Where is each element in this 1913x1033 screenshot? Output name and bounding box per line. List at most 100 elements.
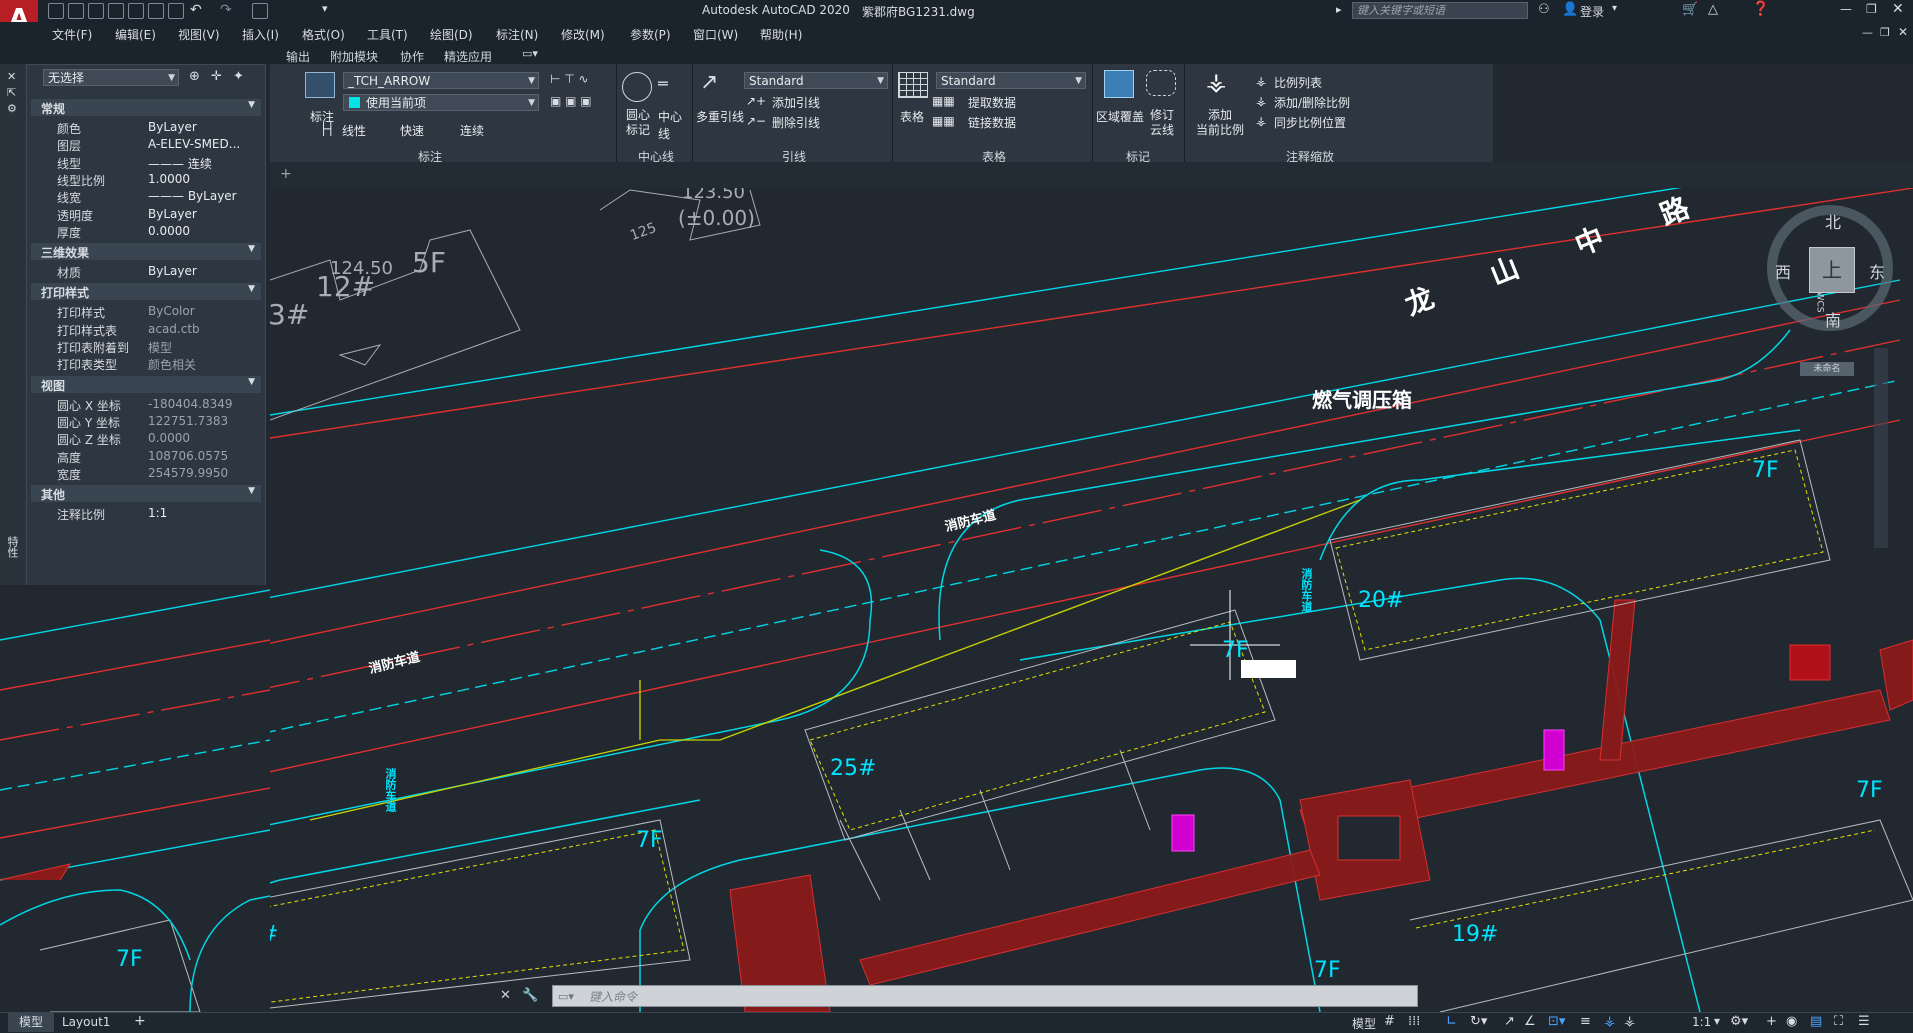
viewcube-north[interactable]: 北: [1825, 209, 1841, 233]
web-mobile-icon[interactable]: [128, 3, 144, 19]
navigation-bar[interactable]: [1874, 348, 1888, 548]
palette-settings-icon[interactable]: ⚙: [7, 102, 17, 115]
viewcube-south[interactable]: 南: [1825, 307, 1841, 331]
command-input[interactable]: 键入命令: [589, 990, 637, 1004]
menu-help[interactable]: 帮助(H): [760, 26, 802, 43]
doc-minimize-button[interactable]: —: [1862, 26, 1873, 39]
isodraft-icon[interactable]: ↗: [1504, 1014, 1515, 1029]
section-header[interactable]: 打印样式 ▼: [31, 283, 261, 301]
chevron-down-icon[interactable]: ▼: [248, 100, 255, 110]
dim-layer-select[interactable]: 使用当前项 ▼: [343, 94, 539, 111]
property-row[interactable]: 打印样式表 acad.ctb: [27, 321, 265, 338]
scale-dropdown-icon[interactable]: ▾: [1714, 1014, 1720, 1028]
property-value[interactable]: ByLayer: [148, 120, 197, 134]
centerline-button[interactable]: 中心线: [658, 108, 692, 142]
open-icon[interactable]: [68, 3, 84, 19]
property-value[interactable]: 122751.7383: [148, 414, 228, 428]
binoculars-icon[interactable]: ⚇: [1538, 2, 1550, 17]
doc-close-button[interactable]: ✕: [1898, 25, 1908, 39]
search-input[interactable]: 键入关键字或短语: [1352, 2, 1528, 19]
property-value[interactable]: acad.ctb: [148, 322, 200, 336]
grid-icon[interactable]: #: [1384, 1014, 1395, 1029]
viewcube-west[interactable]: 西: [1775, 259, 1791, 283]
tab-layout1[interactable]: Layout1: [62, 1015, 110, 1029]
mleader-button[interactable]: 多重引线: [696, 108, 744, 125]
menu-tools[interactable]: 工具(T): [367, 26, 408, 43]
property-row[interactable]: 圆心 X 坐标 -180404.8349: [27, 396, 265, 413]
tab-featured-apps[interactable]: 精选应用: [444, 48, 492, 65]
viewcube-wcs[interactable]: WCS: [1814, 292, 1824, 313]
menu-draw[interactable]: 绘图(D): [430, 26, 473, 43]
doc-restore-button[interactable]: ❐: [1880, 26, 1890, 39]
property-row[interactable]: 高度 108706.0575: [27, 448, 265, 465]
plus-icon[interactable]: +: [1766, 1014, 1777, 1029]
link-data-button[interactable]: 链接数据: [968, 114, 1016, 131]
continue-button[interactable]: 连续: [460, 122, 484, 139]
property-row[interactable]: 宽度 254579.9950: [27, 465, 265, 482]
property-row[interactable]: 打印表类型 颜色相关: [27, 355, 265, 372]
clean-screen-icon[interactable]: ⛶: [1834, 1014, 1843, 1029]
help-icon[interactable]: ❓: [1752, 1, 1769, 17]
cmd-close-icon[interactable]: ✕: [500, 988, 511, 1003]
share-icon[interactable]: [252, 3, 268, 19]
property-row[interactable]: 圆心 Z 坐标 0.0000: [27, 430, 265, 447]
section-header[interactable]: 三维效果 ▼: [31, 243, 261, 261]
menu-modify[interactable]: 修改(M): [561, 26, 605, 43]
polar-icon[interactable]: ↻▾: [1470, 1014, 1487, 1029]
undo-icon[interactable]: ↶: [190, 2, 202, 18]
close-button[interactable]: ✕: [1892, 1, 1904, 17]
extract-data-button[interactable]: 提取数据: [968, 94, 1016, 111]
sync-scale-button[interactable]: 同步比例位置: [1274, 114, 1346, 131]
tab-addins[interactable]: 附加模块: [330, 48, 378, 65]
new-icon[interactable]: [48, 3, 64, 19]
property-row[interactable]: 圆心 Y 坐标 122751.7383: [27, 413, 265, 430]
dim-tools2-icons[interactable]: ▣ ▣ ▣: [550, 94, 610, 110]
drawing-canvas-left[interactable]: 7F: [0, 585, 270, 1012]
chevron-down-icon[interactable]: ▼: [248, 377, 255, 387]
palette-autohide-icon[interactable]: ⇱: [7, 86, 16, 99]
property-value[interactable]: ByLayer: [148, 207, 197, 221]
property-value[interactable]: 模型: [148, 339, 172, 356]
property-value[interactable]: ——— ByLayer: [148, 189, 237, 203]
command-line[interactable]: 键入命令: [552, 985, 1418, 1007]
remove-leader-button[interactable]: 删除引线: [772, 114, 820, 131]
menu-window[interactable]: 窗口(W): [693, 26, 738, 43]
revcloud-button[interactable]: 修订 云线: [1150, 108, 1174, 138]
annotation-visibility-icon[interactable]: ⚶: [1604, 1014, 1615, 1029]
lineweight-icon[interactable]: ≡: [1580, 1014, 1591, 1029]
linear-icon[interactable]: ├┤: [320, 122, 334, 136]
select-objects-icon[interactable]: ✛: [211, 69, 222, 84]
table-button[interactable]: 表格: [900, 108, 924, 125]
qat-dropdown-icon[interactable]: ▾: [322, 2, 328, 15]
search-dropdown-icon[interactable]: ▸: [1336, 3, 1342, 16]
wipeout-button[interactable]: 区域覆盖: [1096, 108, 1144, 125]
property-value[interactable]: A-ELEV-SMED...: [148, 137, 240, 151]
selection-select[interactable]: 无选择 ▼: [43, 69, 179, 86]
ribbon-options-icon[interactable]: ▭▾: [522, 47, 538, 60]
add-layout-icon[interactable]: +: [134, 1013, 146, 1029]
property-row[interactable]: 线宽 ——— ByLayer: [27, 188, 265, 205]
restore-button[interactable]: ❐: [1866, 2, 1877, 16]
osnap-icon[interactable]: ⊡▾: [1548, 1014, 1565, 1029]
user-icon[interactable]: 👤: [1562, 2, 1578, 17]
property-value[interactable]: 1.0000: [148, 172, 190, 186]
section-header[interactable]: 视图 ▼: [31, 375, 261, 393]
menu-view[interactable]: 视图(V): [178, 26, 220, 43]
viewcube-top-face[interactable]: 上: [1809, 247, 1855, 293]
property-row[interactable]: 透明度 ByLayer: [27, 206, 265, 223]
revcloud-icon[interactable]: [1146, 70, 1176, 96]
autoscale-icon[interactable]: ⚶: [1624, 1014, 1635, 1029]
chevron-down-icon[interactable]: ▼: [248, 284, 255, 294]
mleader-style-select[interactable]: Standard ▼: [744, 72, 888, 89]
linear-button[interactable]: 线性: [342, 122, 366, 139]
chevron-down-icon[interactable]: ▼: [248, 486, 255, 496]
quick-dim-button[interactable]: 快速: [400, 122, 424, 139]
isolate-objects-icon[interactable]: ◉: [1786, 1014, 1797, 1029]
property-row[interactable]: 打印表附着到 模型: [27, 338, 265, 355]
annotation-scale-button[interactable]: 1:1: [1692, 1015, 1711, 1029]
table-icon[interactable]: [898, 72, 928, 98]
property-row[interactable]: 线型 ——— 连续: [27, 154, 265, 171]
add-leader-button[interactable]: 添加引线: [772, 94, 820, 111]
mleader-icon[interactable]: ↗: [700, 70, 718, 95]
property-row[interactable]: 材质 ByLayer: [27, 263, 265, 280]
